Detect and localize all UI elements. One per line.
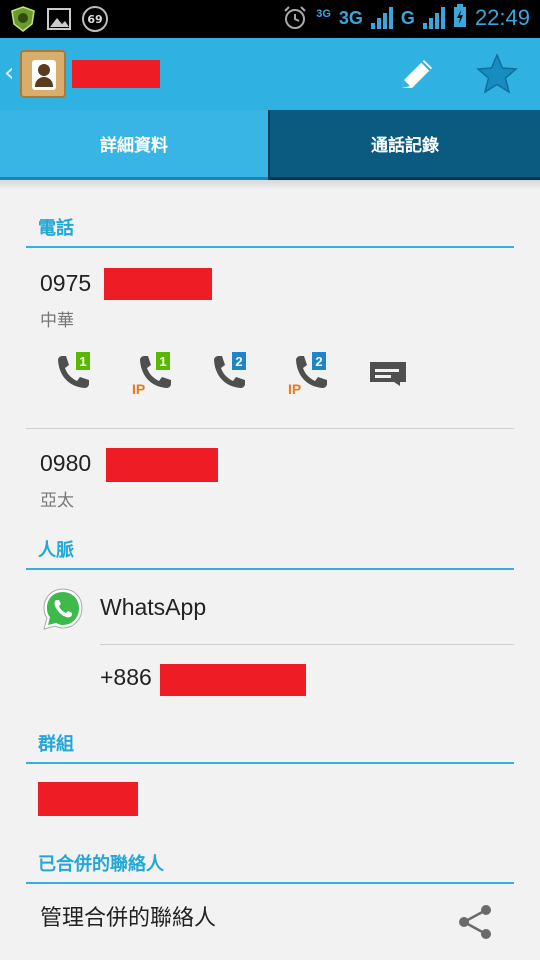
tab-details[interactable]: 詳細資料 [0,110,268,180]
network-3g-small: 3G [316,8,331,20]
status-bar: 69 3G 3G G 22:49 [0,0,540,38]
network-g: G [400,7,415,28]
phone-number-2-redacted [106,448,218,482]
group-name-redacted[interactable] [38,782,138,816]
manage-merged-contacts[interactable]: 管理合併的聯絡人 [40,900,216,932]
pencil-icon[interactable] [394,54,438,94]
ip-call-sim1-prefix: IP [132,381,145,397]
star-icon[interactable] [474,52,520,96]
tab-bar: 詳細資料 通話記錄 [0,110,540,180]
ip-call-sim2-prefix: IP [288,381,301,397]
phone-number-1-redacted [104,268,212,300]
share-icon[interactable] [456,902,494,942]
whatsapp-number[interactable]: +886 [100,664,152,691]
battery-badge: 69 [82,6,108,32]
signal-icon [370,7,393,29]
chevron-left-icon[interactable]: ‹ [4,60,14,86]
call-sim1-icon[interactable]: 1 [52,348,104,400]
network-3g: 3G [338,7,363,28]
clock: 22:49 [474,5,530,30]
call-sim2-icon[interactable]: 2 [208,348,260,400]
image-icon [46,6,72,32]
whatsapp-label[interactable]: WhatsApp [100,594,206,621]
section-merged-header: 已合併的聯絡人 [26,844,514,884]
divider [26,428,514,429]
signal-2-icon [422,7,445,29]
divider [100,644,514,645]
whatsapp-icon [40,586,86,632]
phone-type-1: 中華 [40,311,74,331]
section-connections-header: 人脈 [26,530,514,570]
phone-number-2[interactable]: 0980 [40,450,91,477]
action-bar: ‹ [0,38,540,110]
alarm-icon [282,5,308,31]
tab-call-log[interactable]: 通話記錄 [270,110,540,180]
call-sim2-label: 2 [235,354,242,369]
message-icon[interactable] [366,348,418,400]
tab-shadow [0,180,540,190]
call-sim1-label: 1 [79,354,86,369]
whatsapp-number-redacted [160,664,306,696]
ip-call-sim1-label: 1 [159,354,166,369]
ip-call-sim2-label: 2 [315,354,322,369]
ip-call-sim2-icon[interactable]: 2 IP [286,348,338,400]
phone-number-1[interactable]: 0975 [40,270,91,297]
section-phone-header: 電話 [26,208,514,248]
battery-charging-icon [453,4,467,32]
contacts-icon[interactable] [20,50,66,98]
section-groups-header: 群組 [26,724,514,764]
contact-name-redacted [72,60,160,88]
app-shield-icon [10,6,36,32]
ip-call-sim1-icon[interactable]: 1 IP [130,348,182,400]
phone-type-2: 亞太 [40,491,74,511]
